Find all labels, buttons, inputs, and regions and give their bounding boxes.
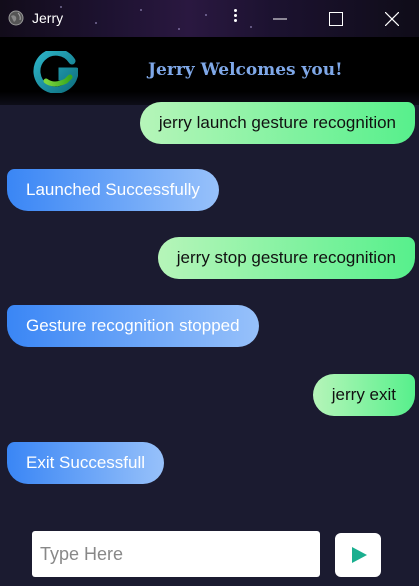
bot-message: Launched Successfully [7,169,219,211]
minimize-icon [273,18,287,20]
more-options-icon[interactable] [232,8,238,28]
globe-app-icon [8,10,24,26]
title-bar: Jerry [0,0,419,37]
user-message: jerry exit [312,374,415,416]
message-input[interactable] [32,531,320,577]
send-button[interactable] [335,533,381,577]
user-message: jerry stop gesture recognition [157,237,415,279]
welcome-title: Jerry Welcomes you! [148,60,343,80]
close-button[interactable] [364,0,419,37]
maximize-icon [329,12,343,26]
g-logo-icon [32,48,80,94]
send-play-icon [352,547,367,563]
chat-area: jerry launch gesture recognition Launche… [0,102,419,515]
user-message: jerry launch gesture recognition [139,102,415,144]
bot-message: Gesture recognition stopped [7,305,259,347]
maximize-button[interactable] [308,0,364,37]
bot-message: Exit Successfull [7,442,165,484]
app-header: Jerry Welcomes you! [0,37,419,105]
minimize-button[interactable] [252,0,308,37]
window-title: Jerry [32,10,64,26]
close-icon [385,12,399,26]
